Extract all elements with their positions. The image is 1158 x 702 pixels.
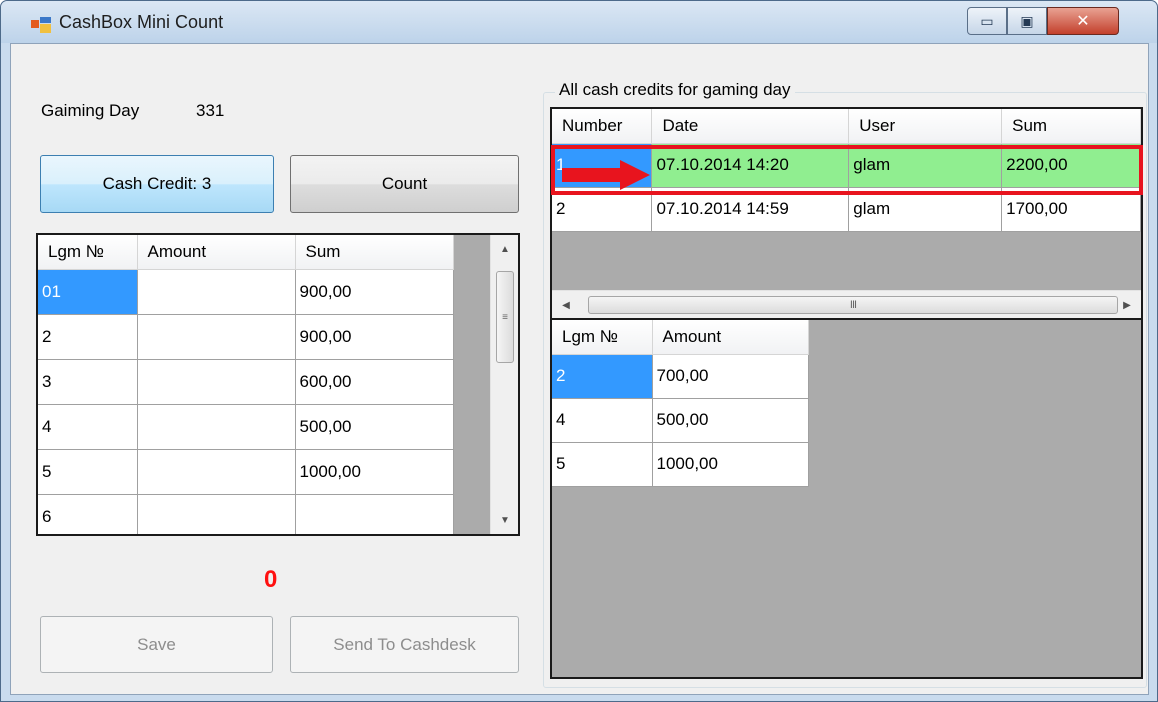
cell-sum[interactable]: 1700,00 [1001, 187, 1141, 232]
cell-lgm[interactable]: 6 [38, 494, 138, 534]
column-header-lgm[interactable]: Lgm № [38, 235, 138, 270]
cell-lgm[interactable]: 4 [552, 398, 653, 443]
maximize-button[interactable]: ▣ [1007, 7, 1047, 35]
gaiming-day-value: 331 [196, 101, 225, 120]
cell-amount[interactable] [137, 314, 296, 360]
cell-user[interactable]: glam [848, 187, 1003, 232]
column-header-sum[interactable]: Sum [1001, 109, 1141, 144]
cell-amount[interactable] [137, 494, 296, 534]
cell-sum[interactable]: 1000,00 [295, 449, 454, 495]
lgm-amount-grid[interactable]: Lgm № Amount 2 700,00 4 500,00 5 1000,00 [550, 318, 1143, 679]
cell-amount[interactable] [137, 404, 296, 450]
lgm-sum-grid[interactable]: Lgm № Amount Sum 01 900,00 2 900,00 3 60… [36, 233, 520, 536]
cell-amount[interactable]: 1000,00 [652, 442, 809, 487]
app-icon [31, 17, 51, 33]
cell-number[interactable]: 2 [552, 187, 653, 232]
cell-sum[interactable]: 600,00 [295, 359, 454, 405]
window-title: CashBox Mini Count [59, 12, 224, 32]
gaiming-day-label: Gaiming Day [41, 101, 140, 120]
cell-lgm[interactable]: 3 [38, 359, 138, 405]
scroll-left-icon[interactable]: ◀ [552, 291, 580, 318]
total-value: 0 [264, 566, 278, 593]
cell-date[interactable]: 07.10.2014 14:20 [651, 143, 850, 188]
cell-user[interactable]: glam [848, 143, 1003, 188]
column-header-date[interactable]: Date [651, 109, 850, 144]
send-to-cashdesk-button[interactable]: Send To Cashdesk [290, 616, 519, 673]
cell-amount[interactable] [137, 359, 296, 405]
cell-sum[interactable]: 900,00 [295, 269, 454, 315]
cell-lgm[interactable]: 5 [552, 442, 653, 487]
cell-amount[interactable] [137, 269, 296, 315]
cell-date[interactable]: 07.10.2014 14:59 [651, 187, 850, 232]
vertical-scrollbar[interactable]: ▲ ≡ ▼ [490, 235, 518, 534]
table-row[interactable]: 01 900,00 [38, 269, 454, 315]
close-button[interactable]: ✕ [1047, 7, 1119, 35]
cell-lgm[interactable]: 5 [38, 449, 138, 495]
table-row[interactable]: 2 700,00 [552, 354, 809, 399]
save-button[interactable]: Save [40, 616, 273, 673]
table-row[interactable]: 2 900,00 [38, 314, 454, 360]
column-header-user[interactable]: User [848, 109, 1003, 144]
column-header-amount[interactable]: Amount [137, 235, 296, 270]
column-header-lgm[interactable]: Lgm № [552, 320, 653, 355]
table-row[interactable]: 6 [38, 494, 454, 534]
horizontal-scrollbar[interactable]: ◀ III ▶ [552, 290, 1141, 318]
cell-amount[interactable]: 700,00 [652, 354, 809, 399]
count-button[interactable]: Count [290, 155, 519, 213]
column-header-number[interactable]: Number [552, 109, 653, 144]
scroll-thumb[interactable]: ≡ [496, 271, 514, 363]
table-row[interactable]: 4 500,00 [552, 398, 809, 443]
cell-lgm[interactable]: 01 [38, 269, 138, 315]
scroll-thumb[interactable]: III [588, 296, 1118, 314]
cell-sum[interactable]: 900,00 [295, 314, 454, 360]
scroll-up-icon[interactable]: ▲ [491, 235, 518, 263]
cash-credit-button[interactable]: Cash Credit: 3 [40, 155, 274, 213]
table-row[interactable]: 2 07.10.2014 14:59 glam 1700,00 [552, 187, 1141, 232]
scroll-right-icon[interactable]: ▶ [1113, 291, 1141, 318]
table-row[interactable]: 5 1000,00 [38, 449, 454, 495]
table-row[interactable]: 5 1000,00 [552, 442, 809, 487]
cell-amount[interactable] [137, 449, 296, 495]
cell-lgm[interactable]: 4 [38, 404, 138, 450]
grid-header-row: Lgm № Amount Sum [38, 235, 454, 270]
minimize-button[interactable]: ▭ [967, 7, 1007, 35]
cash-credits-grid[interactable]: Number Date User Sum 1 07.10.2014 14:20 … [550, 107, 1143, 320]
cell-lgm[interactable]: 2 [552, 354, 653, 399]
cell-sum[interactable]: 2200,00 [1001, 143, 1141, 188]
column-header-sum[interactable]: Sum [295, 235, 454, 270]
table-row[interactable]: 3 600,00 [38, 359, 454, 405]
cell-amount[interactable]: 500,00 [652, 398, 809, 443]
cell-sum[interactable] [295, 494, 454, 534]
scroll-down-icon[interactable]: ▼ [491, 506, 518, 534]
title-bar[interactable]: CashBox Mini Count ▭ ▣ ✕ [1, 1, 1157, 43]
cell-sum[interactable]: 500,00 [295, 404, 454, 450]
table-row[interactable]: 4 500,00 [38, 404, 454, 450]
column-header-amount[interactable]: Amount [652, 320, 809, 355]
group-title: All cash credits for gaming day [555, 80, 795, 100]
grid-header-row: Lgm № Amount [552, 320, 809, 355]
cell-lgm[interactable]: 2 [38, 314, 138, 360]
grid-header-row: Number Date User Sum [552, 109, 1141, 144]
red-arrow-icon [562, 160, 650, 190]
